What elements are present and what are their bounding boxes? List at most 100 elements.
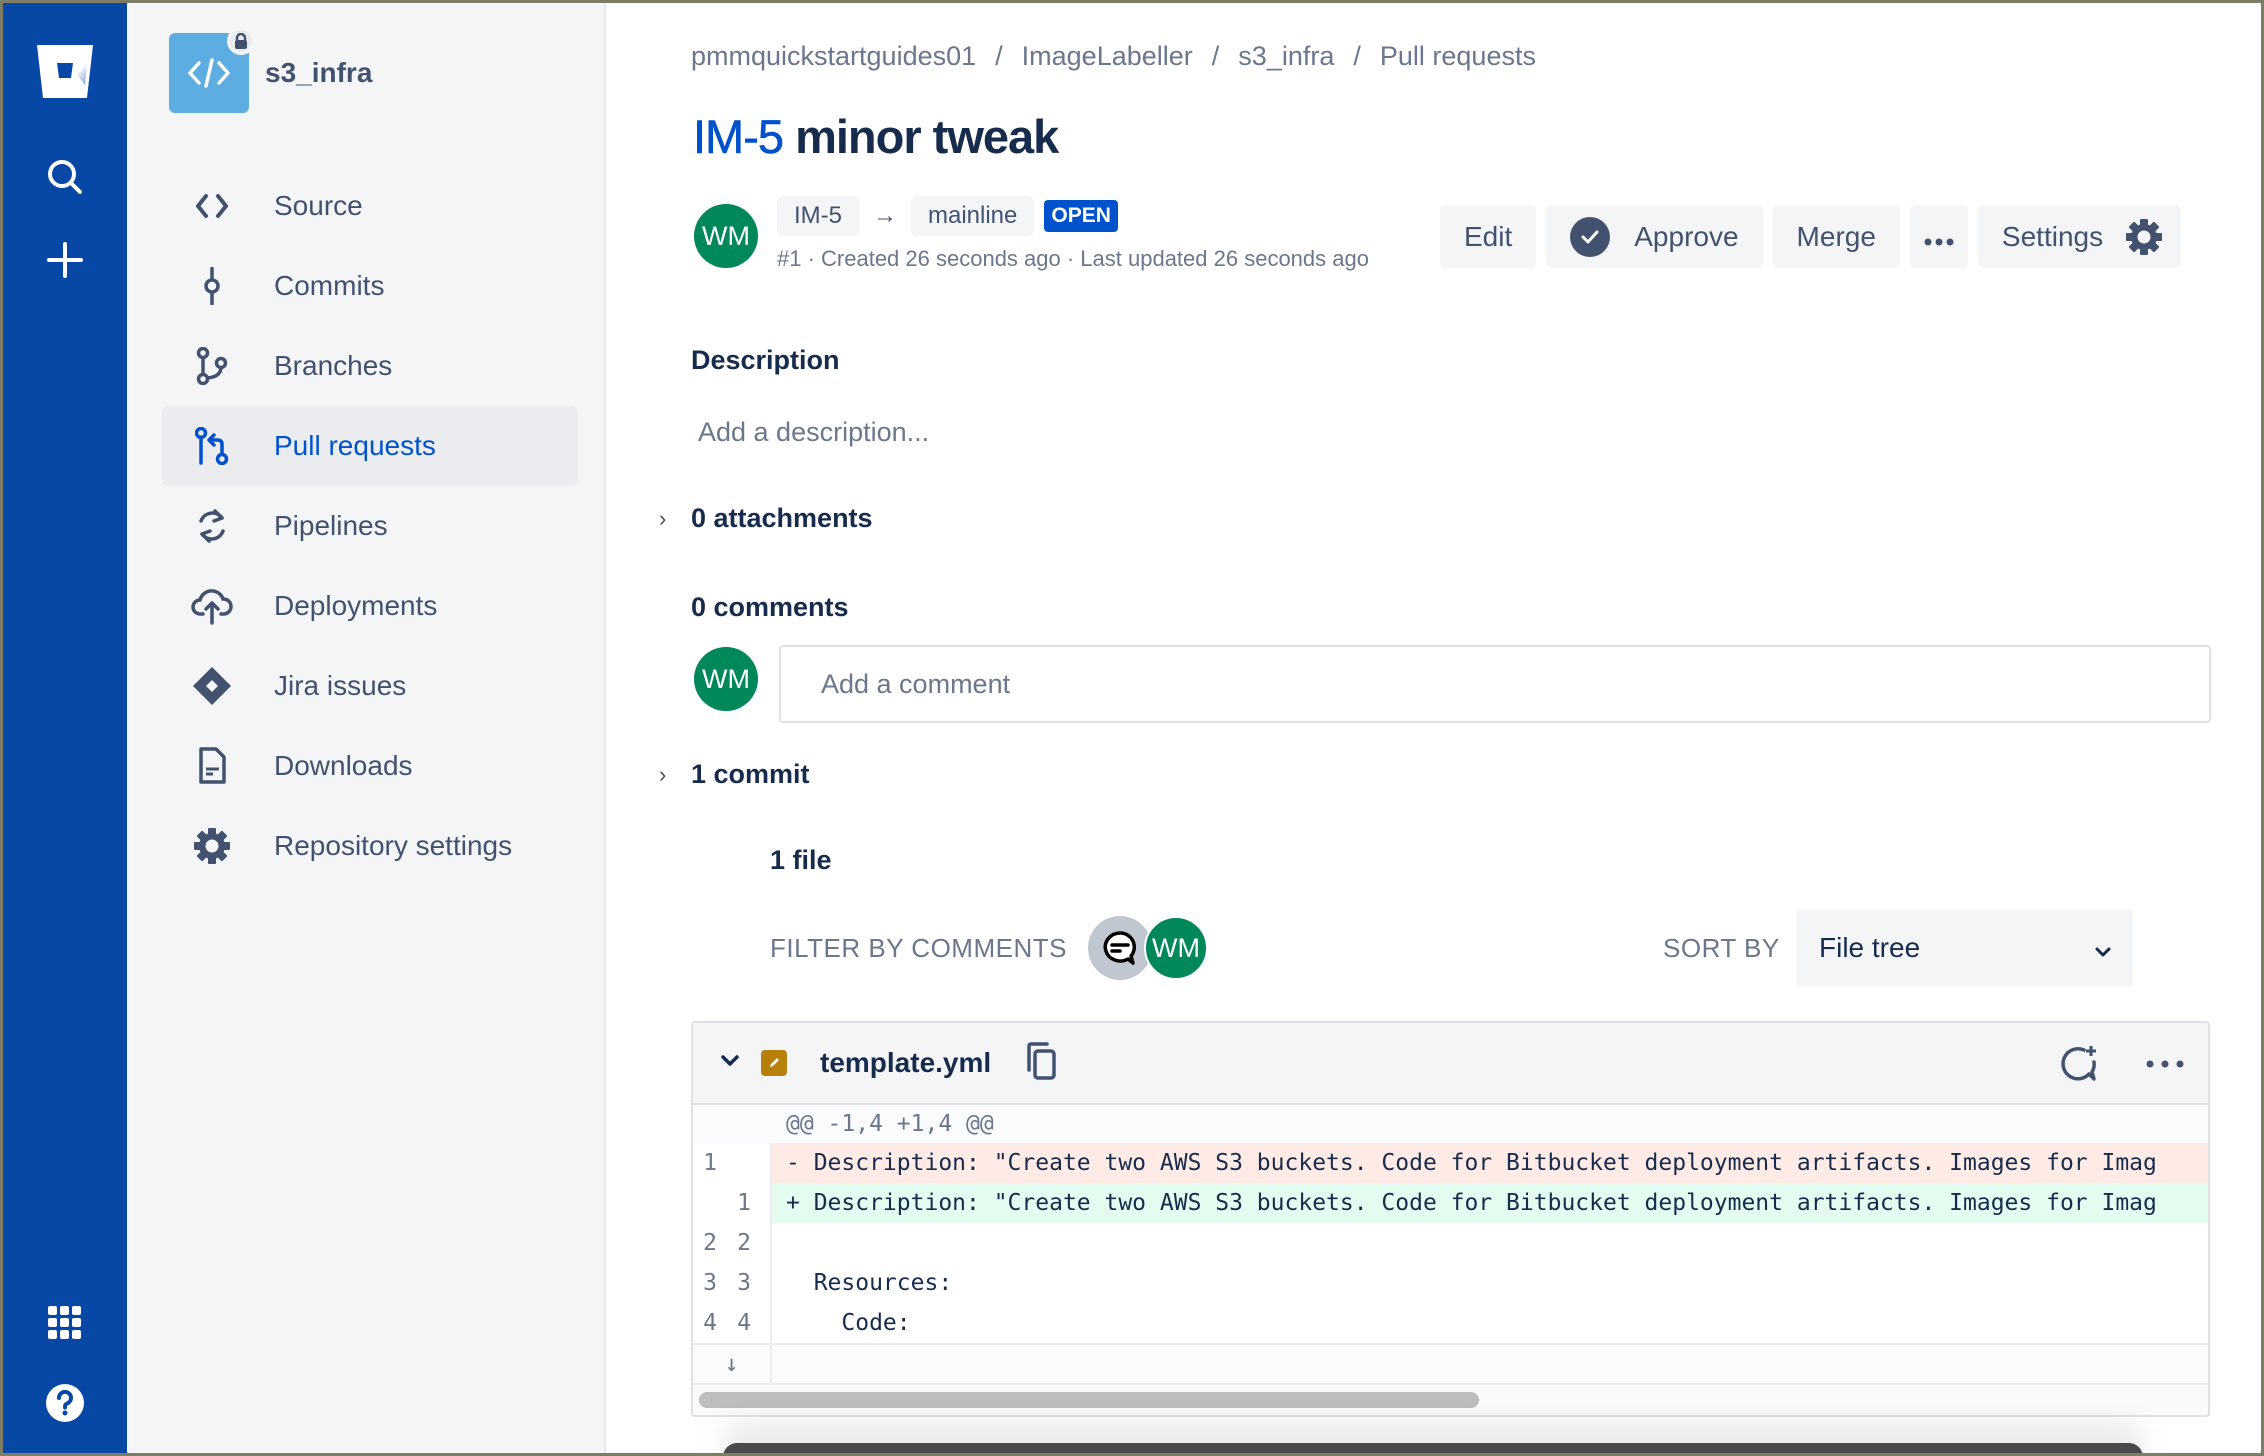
sidebar-item-label: Source — [274, 190, 363, 221]
file-more-actions-icon[interactable] — [2146, 1060, 2184, 1068]
branches-icon — [188, 347, 236, 385]
breadcrumb-project[interactable]: ImageLabeller — [1022, 41, 1193, 71]
commits-icon — [188, 267, 236, 305]
description-heading: Description — [691, 345, 840, 375]
horizontal-scrollbar[interactable] — [693, 1385, 2208, 1415]
new-line-number: 2 — [737, 1230, 751, 1256]
help-icon[interactable] — [3, 1381, 127, 1425]
commits-toggle[interactable]: › 1 commit — [659, 759, 810, 790]
breadcrumb-workspace[interactable]: pmmquickstartguides01 — [691, 41, 976, 71]
repository-sidebar: s3_infra Source Commits Branches Pull re… — [127, 3, 606, 1453]
new-line-number: 3 — [737, 1270, 751, 1296]
overlay-edge — [723, 1443, 2143, 1453]
repository-header[interactable]: s3_infra — [169, 27, 372, 113]
files-heading: 1 file — [770, 845, 832, 875]
expand-down-icon[interactable]: ↓ — [693, 1345, 772, 1383]
sidebar-item-label: Pipelines — [274, 510, 388, 541]
sidebar-nav: Source Commits Branches Pull requests Pi… — [162, 166, 578, 886]
chevron-down-icon — [2095, 932, 2111, 964]
filter-all-comments-button[interactable] — [1088, 916, 1152, 980]
sidebar-item-repository-settings[interactable]: Repository settings — [162, 806, 578, 886]
lock-icon — [227, 27, 255, 55]
filter-by-comments: WM — [1088, 916, 1208, 980]
diff-line[interactable]: 33 Resources: — [693, 1263, 2208, 1303]
settings-button[interactable]: Settings — [1977, 205, 2182, 268]
sidebar-item-downloads[interactable]: Downloads — [162, 726, 578, 806]
status-badge: OPEN — [1044, 200, 1118, 232]
description-editor[interactable]: Add a description... — [698, 417, 929, 448]
sidebar-item-label: Repository settings — [274, 830, 513, 861]
add-comment-icon[interactable] — [2060, 1045, 2100, 1083]
pull-request-icon — [188, 427, 236, 465]
file-name[interactable]: template.yml — [820, 1047, 991, 1079]
modified-file-icon — [761, 1050, 787, 1076]
target-branch[interactable]: mainline — [911, 196, 1035, 236]
pr-meta: #1 · Created 26 seconds ago · Last updat… — [777, 246, 1369, 271]
scrollbar-thumb[interactable] — [699, 1392, 1479, 1408]
sidebar-item-label: Commits — [274, 270, 385, 301]
expand-context-row: ↓ — [693, 1343, 2208, 1385]
sidebar-item-commits[interactable]: Commits — [162, 246, 578, 326]
sidebar-item-deployments[interactable]: Deployments — [162, 566, 578, 646]
repository-avatar — [169, 27, 255, 113]
filter-by-comments-label: FILTER BY COMMENTS — [770, 933, 1067, 963]
breadcrumb-separator: / — [1353, 41, 1361, 71]
bitbucket-logo[interactable] — [3, 41, 127, 103]
pipelines-icon — [188, 507, 236, 545]
sort-by-select[interactable]: File tree — [1797, 909, 2133, 987]
file-diff: template.yml @@ -1,4 +1,4 @@ 1 - Descrip… — [691, 1021, 2210, 1417]
sidebar-item-label: Branches — [274, 350, 393, 381]
old-line-number: 4 — [703, 1310, 717, 1336]
filter-user-avatar[interactable]: WM — [1144, 916, 1208, 980]
diff-line-text — [772, 1223, 2208, 1263]
sidebar-item-jira-issues[interactable]: Jira issues — [162, 646, 578, 726]
breadcrumb-repository[interactable]: s3_infra — [1238, 41, 1334, 71]
sidebar-item-pipelines[interactable]: Pipelines — [162, 486, 578, 566]
search-icon[interactable] — [3, 155, 127, 199]
diff-line-text: Code: — [786, 1310, 911, 1336]
sidebar-item-source[interactable]: Source — [162, 166, 578, 246]
copy-icon[interactable] — [1025, 1041, 1057, 1085]
file-diff-actions — [2014, 1023, 2184, 1105]
file-diff-header: template.yml — [693, 1023, 2208, 1105]
sidebar-item-label: Pull requests — [274, 430, 436, 461]
breadcrumb: pmmquickstartguides01 / ImageLabeller / s3_i… — [691, 41, 1536, 72]
attachments-toggle[interactable]: › 0 attachments — [659, 503, 873, 534]
check-circle-icon — [1570, 216, 1611, 257]
diff-line[interactable]: 44 Code: — [693, 1303, 2208, 1343]
breadcrumb-pull-requests[interactable]: Pull requests — [1380, 41, 1536, 71]
page-title: IM-5 minor tweak — [693, 109, 1060, 164]
comment-input[interactable]: Add a comment — [779, 645, 2211, 723]
old-line-number: 1 — [703, 1150, 717, 1176]
sidebar-item-pull-requests[interactable]: Pull requests — [162, 406, 578, 486]
chevron-right-icon: › — [659, 505, 667, 531]
merge-button[interactable]: Merge — [1772, 205, 1900, 268]
pull-request-main: pmmquickstartguides01 / ImageLabeller / s3_i… — [659, 3, 2211, 1453]
issue-key-link[interactable]: IM-5 — [693, 110, 785, 164]
diff-line[interactable]: 1 - Description: "Create two AWS S3 buck… — [693, 1143, 2208, 1183]
author-avatar[interactable]: WM — [694, 204, 758, 268]
sidebar-item-branches[interactable]: Branches — [162, 326, 578, 406]
diff-line[interactable]: 1 + Description: "Create two AWS S3 buck… — [693, 1183, 2208, 1223]
gear-icon — [2125, 218, 2163, 256]
chevron-down-icon[interactable] — [721, 1054, 739, 1072]
pr-title-text: minor tweak — [795, 110, 1059, 163]
diff-line-text: - Description: "Create two AWS S3 bucket… — [772, 1143, 2208, 1183]
app-switcher-icon[interactable] — [3, 1303, 127, 1343]
settings-label: Settings — [2001, 220, 2104, 252]
code-icon — [188, 58, 230, 88]
approve-button[interactable]: Approve — [1546, 205, 1763, 268]
edit-button[interactable]: Edit — [1440, 205, 1537, 268]
branch-info: IM-5 → mainline OPEN — [777, 196, 1118, 236]
breadcrumb-separator: / — [1211, 41, 1220, 71]
create-icon[interactable] — [3, 238, 127, 282]
sidebar-item-label: Downloads — [274, 750, 413, 781]
old-line-number: 2 — [703, 1230, 717, 1256]
more-actions-button[interactable] — [1909, 205, 1968, 268]
comment-icon — [1103, 931, 1136, 965]
app-window: s3_infra Source Commits Branches Pull re… — [0, 0, 2264, 1456]
hunk-header-row: @@ -1,4 +1,4 @@ — [693, 1105, 2208, 1143]
source-branch[interactable]: IM-5 — [777, 196, 859, 236]
diff-line[interactable]: 22 — [693, 1223, 2208, 1263]
sort-by-value: File tree — [1819, 932, 1921, 963]
